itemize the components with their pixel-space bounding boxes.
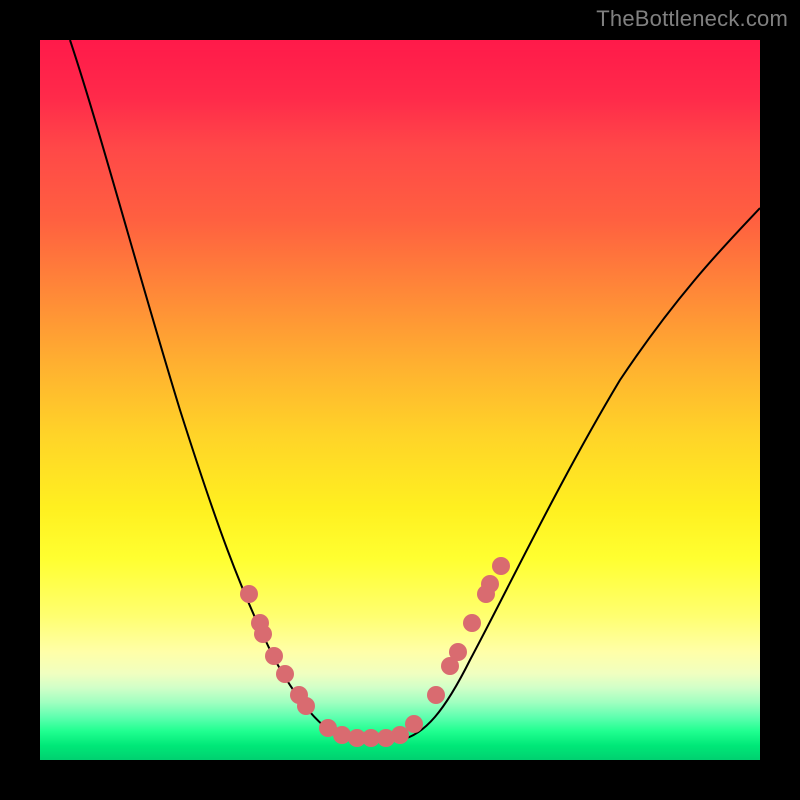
data-marker	[251, 614, 269, 632]
data-marker	[477, 585, 495, 603]
data-marker	[240, 585, 258, 603]
data-marker	[254, 625, 272, 643]
data-marker	[481, 575, 499, 593]
marker-group	[240, 557, 510, 747]
data-marker	[463, 614, 481, 632]
data-marker	[348, 729, 366, 747]
data-marker	[377, 729, 395, 747]
data-marker	[441, 657, 459, 675]
data-marker	[405, 715, 423, 733]
data-marker	[297, 697, 315, 715]
data-marker	[276, 665, 294, 683]
bottleneck-curve-svg	[40, 40, 760, 760]
data-marker	[449, 643, 467, 661]
chart-plot-area	[40, 40, 760, 760]
data-marker	[333, 726, 351, 744]
curve-right-branch	[400, 208, 760, 740]
watermark-text: TheBottleneck.com	[596, 6, 788, 32]
data-marker	[362, 729, 380, 747]
data-marker	[319, 719, 337, 737]
data-marker	[265, 647, 283, 665]
data-marker	[427, 686, 445, 704]
data-marker	[492, 557, 510, 575]
data-marker	[290, 686, 308, 704]
curve-left-branch	[70, 40, 350, 740]
data-marker	[391, 726, 409, 744]
